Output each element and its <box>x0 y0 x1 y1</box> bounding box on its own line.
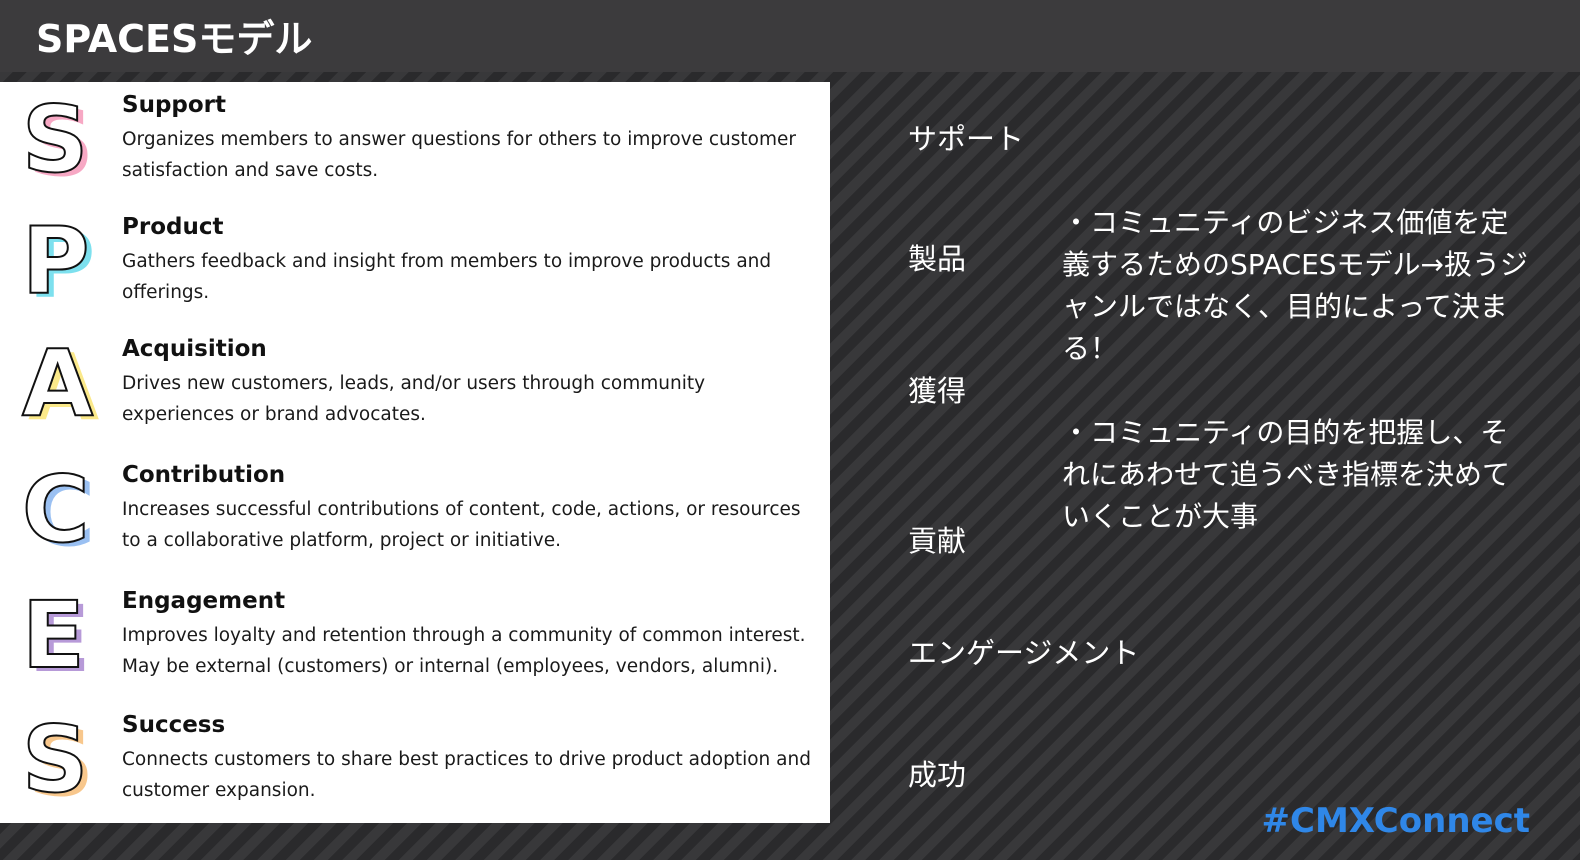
letter-s-icon: S S <box>21 86 112 194</box>
item-heading: Acquisition <box>122 336 267 362</box>
note-spaces-purpose: ・コミュニティのビジネス価値を定義するためのSPACESモデル→扱うジャンルでは… <box>1062 206 1529 365</box>
jp-label-engagement: エンゲージメント <box>908 636 1140 670</box>
jp-label-acquisition: 獲得 <box>908 374 967 408</box>
item-heading: Engagement <box>122 588 286 614</box>
jp-label-support: サポート <box>908 122 1025 156</box>
spaces-item-engagement: E E Engagement Improves loyalty and rete… <box>0 582 830 706</box>
letter-front: P <box>21 208 90 315</box>
spaces-item-success: S S Success Connects customers to share … <box>0 706 830 830</box>
jp-label-product: 製品 <box>908 242 967 276</box>
item-heading: Product <box>122 214 224 240</box>
item-description: Drives new customers, leads, and/or user… <box>122 373 706 425</box>
item-description: Organizes members to answer questions fo… <box>122 129 796 181</box>
item-description: Gathers feedback and insight from member… <box>122 251 772 303</box>
jp-label-success: 成功 <box>908 758 967 792</box>
spaces-item-acquisition: A A Acquisition Drives new customers, le… <box>0 330 830 454</box>
letter-front: C <box>21 456 91 563</box>
item-heading: Support <box>122 92 227 118</box>
letter-c-icon: C C <box>21 456 112 564</box>
note-metrics: ・コミュニティの目的を把握し、それにあわせて追うべき指標を決めていくことが大事 <box>1062 416 1511 533</box>
letter-front: S <box>21 706 89 813</box>
letter-s-icon: S S <box>21 706 112 814</box>
header-bar: SPACESモデル <box>0 0 1580 72</box>
letter-front: S <box>21 86 89 193</box>
spaces-item-contribution: C C Contribution Increases successful co… <box>0 456 830 580</box>
spaces-item-support: S S Support Organizes members to answer … <box>0 86 830 210</box>
item-description: Improves loyalty and retention through a… <box>122 625 806 677</box>
item-description: Increases successful contributions of co… <box>122 499 801 551</box>
item-heading: Success <box>122 712 226 738</box>
jp-label-contribution: 貢献 <box>908 524 967 558</box>
spaces-panel: S S Support Organizes members to answer … <box>0 82 830 823</box>
page-title: SPACESモデル <box>36 17 313 61</box>
hashtag-label: #CMXConnect <box>1261 801 1530 841</box>
letter-e-icon: E E <box>21 582 112 690</box>
item-description: Connects customers to share best practic… <box>122 749 811 801</box>
letter-front: A <box>21 330 94 437</box>
spaces-item-product: P P Product Gathers feedback and insight… <box>0 208 830 332</box>
item-heading: Contribution <box>122 462 286 488</box>
letter-p-icon: P P <box>21 208 112 316</box>
letter-a-icon: A A <box>21 330 112 438</box>
letter-front: E <box>21 582 86 689</box>
